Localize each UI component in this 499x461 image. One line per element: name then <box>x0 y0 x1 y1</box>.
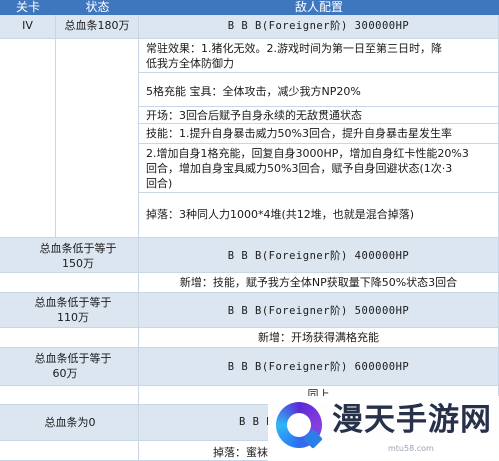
drop-text: 掉落：3种同人力1000*4堆(共12堆，也就是混合掉落) <box>146 208 415 221</box>
config-cell: B B B(Foreigner阶) 300000HP <box>139 15 499 39</box>
status-line-1: 总血条低于等于 <box>34 352 112 365</box>
config-text: B B B(Foreigner阶) 600000HP <box>227 361 410 373</box>
config-cell: B B B(Foreigner阶) 600000HP <box>139 348 499 386</box>
watermark-name: 漫天手游网 <box>332 402 492 438</box>
new-skill-text: 新增：技能，赋予我方全体NP获取量下降50%状态3回合 <box>179 276 458 289</box>
config-text: B B B(Foreigner阶) 300000HP <box>227 20 410 32</box>
config-cell: B B B(Foreigner阶) 500000HP <box>139 293 499 328</box>
effect-line-1: 常驻效果：1.猪化无效。2.游戏时间为第一日至第三日时，降 <box>146 42 442 55</box>
status-cell: 总血条低于等于 110万 <box>0 293 139 328</box>
new-charge-text: 新增：开场获得满格充能 <box>258 331 379 344</box>
effect-line-2: 低我方全体防御力 <box>146 57 234 70</box>
skill2-line-3: 回合) <box>146 177 173 190</box>
status-cell-empty <box>0 328 139 348</box>
status-text: 总血条180万 <box>64 19 130 32</box>
status-cell: 总血条低于等于 60万 <box>0 348 139 386</box>
skill2-line-2: 回合，增加自身宝具威力50%3回合，赋予自身回避状态(1次·3 <box>146 162 453 175</box>
config-cell: B B B(Foreigner阶) 400000HP <box>139 238 499 273</box>
charge-text: 5格充能 宝具：全体攻击，减少我方NP20% <box>146 85 361 98</box>
level-text: IV <box>22 19 33 32</box>
status-line-1: 总血条低于等于 <box>34 296 112 309</box>
status-text: 总血条为0 <box>44 416 96 429</box>
header-status: 状态 <box>85 0 110 14</box>
status-cell-empty <box>56 39 139 238</box>
level-cell: IV <box>0 15 56 39</box>
status-line-2: 150万 <box>62 257 94 270</box>
new-charge-cell: 新增：开场获得满格充能 <box>139 328 499 348</box>
status-line-1: 总血条低于等于 <box>39 242 117 255</box>
status-cell-empty <box>0 386 139 405</box>
skill2-line-1: 2.增加自身1格充能，回复自身3000HP，增加自身红卡性能20%3 <box>146 147 469 160</box>
config-text: B B B(Foreigner阶) 400000HP <box>227 250 410 262</box>
status-cell: 总血条180万 <box>56 15 139 39</box>
status-line-2: 60万 <box>52 367 78 380</box>
opening-text: 开场：3回合后赋予自身永续的无敌贯通状态 <box>146 109 362 122</box>
watermark-url: mtu58.com <box>388 444 434 453</box>
status-cell-empty <box>0 441 139 461</box>
status-line-2: 110万 <box>57 311 89 324</box>
new-skill-cell: 新增：技能，赋予我方全体NP获取量下降50%状态3回合 <box>139 273 499 293</box>
watermark: 漫天手游网 mtu58.com <box>268 396 499 461</box>
final-drop-text: 掉落：蜜袜 <box>213 446 268 459</box>
header-config: 敌人配置 <box>294 0 343 14</box>
status-cell: 总血条低于等于 150万 <box>0 238 139 273</box>
skill-text: 技能：1.提升自身暴击威力50%3回合，提升自身暴击星发生率 <box>146 127 452 140</box>
config-text: B B B(Foreigner阶) 500000HP <box>227 305 410 317</box>
status-cell-empty <box>0 273 139 293</box>
status-cell: 总血条为0 <box>0 405 139 441</box>
header-level: 关卡 <box>15 0 40 14</box>
table-header: 关卡 状态 敌人配置 <box>0 0 499 15</box>
level-cell-empty <box>0 39 56 238</box>
